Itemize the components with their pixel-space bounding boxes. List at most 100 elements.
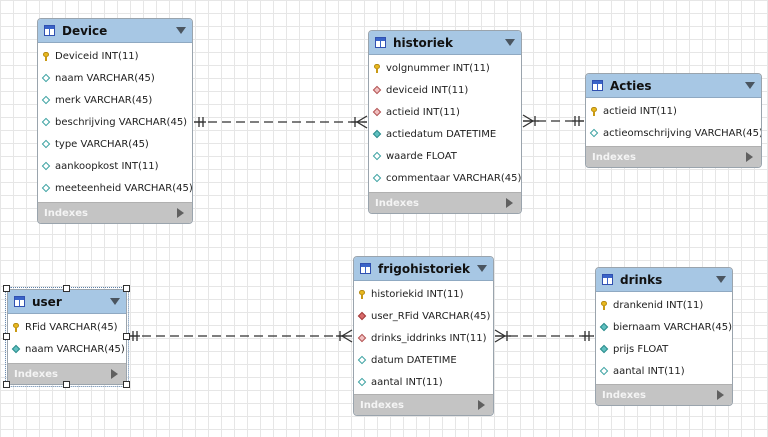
collapse-arrow-icon[interactable] (716, 276, 726, 283)
table-drinks[interactable]: drinks drankenid INT(11) biernaam VARCHAR(… (595, 267, 733, 406)
table-frigohistoriek[interactable]: frigohistoriek historiekid INT(11) user_RF… (353, 256, 494, 416)
column-row[interactable]: biernaam VARCHAR(45) (596, 316, 732, 338)
column-label: beschrijving VARCHAR(45) (55, 116, 188, 128)
column-row[interactable]: meeteenheid VARCHAR(45) (38, 177, 192, 199)
indexes-label: Indexes (592, 151, 636, 163)
column-label: meeteenheid VARCHAR(45) (55, 182, 192, 194)
column-icon (42, 96, 51, 105)
indexes-section[interactable]: Indexes (369, 192, 521, 213)
column-row[interactable]: waarde FLOAT (369, 145, 521, 167)
table-icon (360, 263, 371, 274)
relationship-device-historiek[interactable] (194, 115, 368, 129)
table-icon (375, 37, 386, 48)
cardinality-many-marker (351, 115, 368, 129)
table-header[interactable]: Acties (586, 74, 761, 98)
column-row[interactable]: actieid INT(11) (369, 101, 521, 123)
column-label: actieid INT(11) (603, 105, 677, 117)
resize-handle-top-center[interactable] (63, 285, 70, 292)
column-icon (358, 356, 367, 365)
column-row[interactable]: prijs FLOAT (596, 338, 732, 360)
resize-handle-top-right[interactable] (123, 285, 130, 292)
primary-key-icon (42, 51, 51, 61)
column-row[interactable]: user_RFid VARCHAR(45) (354, 305, 493, 327)
relationship-acties-historiek[interactable] (522, 114, 584, 128)
column-label: drinks_iddrinks INT(11) (371, 332, 487, 344)
column-row[interactable]: naam VARCHAR(45) (38, 67, 192, 89)
table-header[interactable]: historiek (369, 31, 521, 55)
foreign-key-icon (373, 86, 382, 95)
column-list: actieid INT(11) actieomschrijving VARCHAR… (586, 98, 761, 144)
column-row[interactable]: beschrijving VARCHAR(45) (38, 111, 192, 133)
indexes-section[interactable]: Indexes (38, 202, 192, 223)
collapse-arrow-icon[interactable] (505, 39, 515, 46)
column-label: merk VARCHAR(45) (55, 94, 153, 106)
expand-arrow-icon[interactable] (478, 400, 485, 410)
collapse-arrow-icon[interactable] (745, 82, 755, 89)
table-header[interactable]: drinks (596, 268, 732, 292)
table-historiek[interactable]: historiek volgnummer INT(11) deviceid INT(… (368, 30, 522, 214)
column-row[interactable]: type VARCHAR(45) (38, 133, 192, 155)
column-list: RFid VARCHAR(45) naam VARCHAR(45) (8, 314, 126, 360)
resize-handle-middle-left[interactable] (3, 333, 10, 340)
column-row[interactable]: drinks_iddrinks INT(11) (354, 327, 493, 349)
indexes-section[interactable]: Indexes (354, 394, 493, 415)
diagram-canvas[interactable]: Device Deviceid INT(11) naam VARCHAR(45) me… (0, 0, 768, 437)
relationship-drinks-frigohistoriek[interactable] (494, 329, 594, 343)
column-label: actieomschrijving VARCHAR(45) (603, 127, 761, 139)
table-user[interactable]: user RFid VARCHAR(45) naam VARCHAR(45) Inde… (5, 287, 129, 387)
column-list: Deviceid INT(11) naam VARCHAR(45) merk VAR… (38, 43, 192, 199)
column-row[interactable]: RFid VARCHAR(45) (8, 316, 126, 338)
expand-arrow-icon[interactable] (746, 152, 753, 162)
table-header[interactable]: Device (38, 19, 192, 43)
column-row[interactable]: actiedatum DATETIME (369, 123, 521, 145)
column-row[interactable]: historiekid INT(11) (354, 283, 493, 305)
table-header[interactable]: user (8, 290, 126, 314)
column-label: aantal INT(11) (613, 365, 685, 377)
table-device[interactable]: Device Deviceid INT(11) naam VARCHAR(45) me… (37, 18, 193, 224)
resize-handle-bottom-left[interactable] (3, 381, 10, 388)
column-row[interactable]: volgnummer INT(11) (369, 57, 521, 79)
relationship-user-frigohistoriek[interactable] (128, 329, 353, 343)
table-acties[interactable]: Acties actieid INT(11) actieomschrijving V… (585, 73, 762, 168)
column-row[interactable]: aantal INT(11) (596, 360, 732, 382)
table-icon (14, 296, 25, 307)
column-row[interactable]: datum DATETIME (354, 349, 493, 371)
primary-key-icon (600, 300, 609, 310)
expand-arrow-icon[interactable] (177, 208, 184, 218)
column-row[interactable]: Deviceid INT(11) (38, 45, 192, 67)
expand-arrow-icon[interactable] (111, 369, 118, 379)
column-icon (42, 118, 51, 127)
column-row[interactable]: actieid INT(11) (586, 100, 761, 122)
collapse-arrow-icon[interactable] (477, 265, 487, 272)
expand-arrow-icon[interactable] (506, 198, 513, 208)
column-row[interactable]: commentaar VARCHAR(45) (369, 167, 521, 189)
table-icon (592, 80, 603, 91)
column-row[interactable]: actieomschrijving VARCHAR(45) (586, 122, 761, 144)
column-filled-icon (12, 345, 21, 354)
expand-arrow-icon[interactable] (717, 390, 724, 400)
resize-handle-bottom-center[interactable] (63, 381, 70, 388)
column-row[interactable]: drankenid INT(11) (596, 294, 732, 316)
column-label: commentaar VARCHAR(45) (386, 172, 521, 184)
column-filled-icon (600, 323, 609, 332)
indexes-section[interactable]: Indexes (596, 384, 732, 405)
primary-key-icon (590, 106, 599, 116)
column-label: type VARCHAR(45) (55, 138, 149, 150)
resize-handle-bottom-right[interactable] (123, 381, 130, 388)
table-header[interactable]: frigohistoriek (354, 257, 493, 281)
column-row[interactable]: aantal INT(11) (354, 371, 493, 393)
indexes-section[interactable]: Indexes (586, 146, 761, 167)
resize-handle-middle-right[interactable] (123, 333, 130, 340)
column-label: user_RFid VARCHAR(45) (371, 310, 491, 322)
indexes-label: Indexes (602, 389, 646, 401)
collapse-arrow-icon[interactable] (176, 27, 186, 34)
cardinality-one-marker (194, 117, 206, 127)
column-row[interactable]: deviceid INT(11) (369, 79, 521, 101)
column-row[interactable]: merk VARCHAR(45) (38, 89, 192, 111)
column-label: volgnummer INT(11) (386, 62, 490, 74)
resize-handle-top-left[interactable] (3, 285, 10, 292)
column-row[interactable]: aankoopkost INT(11) (38, 155, 192, 177)
collapse-arrow-icon[interactable] (110, 298, 120, 305)
column-row[interactable]: naam VARCHAR(45) (8, 338, 126, 360)
column-list: drankenid INT(11) biernaam VARCHAR(45) pri… (596, 292, 732, 382)
